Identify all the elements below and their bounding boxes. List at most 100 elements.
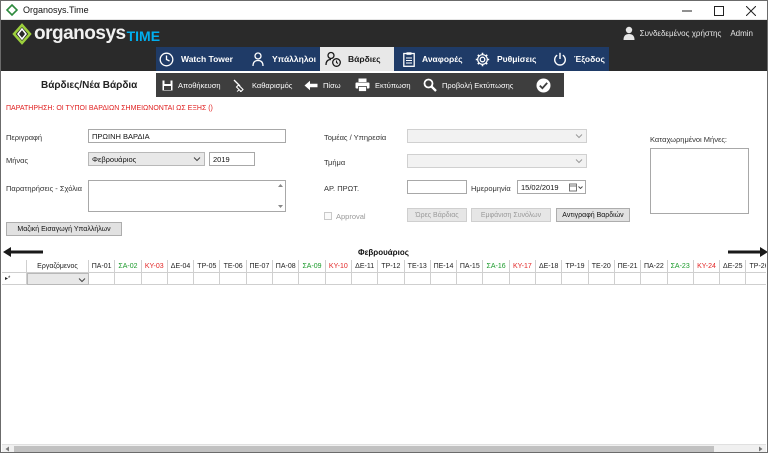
shift-cell[interactable] bbox=[614, 273, 642, 285]
shift-cell[interactable] bbox=[746, 273, 766, 285]
nav-reports[interactable]: Αναφορές bbox=[400, 47, 472, 71]
shift-cell[interactable] bbox=[483, 273, 510, 285]
day-column-header[interactable]: ΤΕ-06 bbox=[220, 260, 247, 273]
users-icon bbox=[252, 51, 264, 66]
scroll-right-icon bbox=[759, 446, 763, 452]
back-button[interactable]: Πίσω bbox=[304, 73, 341, 97]
shift-cell[interactable] bbox=[299, 273, 326, 285]
protocol-number-field[interactable] bbox=[407, 180, 467, 194]
shift-cell[interactable] bbox=[167, 273, 195, 285]
show-totals-button[interactable]: Εμφάνιση Συνόλων bbox=[471, 208, 551, 222]
day-column-header[interactable]: ΠΕ-07 bbox=[246, 260, 274, 273]
approval-checkbox[interactable] bbox=[324, 212, 332, 220]
day-column-header[interactable]: ΠΑ-01 bbox=[89, 260, 116, 273]
day-column-header[interactable]: ΠΑ-15 bbox=[457, 260, 484, 273]
day-column-header[interactable]: ΣΑ-09 bbox=[299, 260, 326, 273]
day-column-header[interactable]: ΠΕ-21 bbox=[614, 260, 642, 273]
day-column-header[interactable]: ΣΑ-23 bbox=[667, 260, 694, 273]
confirm-button[interactable] bbox=[536, 73, 556, 97]
nav-label: Αναφορές bbox=[422, 54, 463, 64]
day-column-header[interactable]: ΠΑ-22 bbox=[641, 260, 668, 273]
date-value: 15/02/2019 bbox=[521, 183, 559, 192]
description-label: Περιγραφή bbox=[6, 133, 43, 142]
registered-months-label: Καταχωρημένοι Μήνες: bbox=[650, 135, 728, 144]
shift-cell[interactable] bbox=[378, 273, 405, 285]
nav-employees[interactable]: Υπάλληλοι bbox=[248, 47, 320, 71]
employee-select[interactable] bbox=[27, 273, 89, 285]
description-field[interactable]: ΠΡΩΙΝΗ ΒΑΡΔΙΑ bbox=[88, 129, 286, 143]
logo-suffix: TIME bbox=[126, 28, 161, 44]
day-column-header[interactable]: ΠΕ-14 bbox=[430, 260, 458, 273]
shift-cell[interactable] bbox=[89, 273, 116, 285]
day-column-header[interactable]: ΚΥ-17 bbox=[509, 260, 537, 273]
day-column-header[interactable]: ΚΥ-24 bbox=[693, 260, 721, 273]
grid-horizontal-scrollbar[interactable] bbox=[2, 444, 766, 452]
shift-cell[interactable] bbox=[273, 273, 300, 285]
registered-months-list[interactable] bbox=[650, 148, 749, 214]
close-button[interactable] bbox=[735, 1, 767, 20]
shift-cell[interactable] bbox=[509, 273, 537, 285]
save-button[interactable]: Αποθήκευση bbox=[162, 73, 221, 97]
scrollbar-thumb[interactable] bbox=[14, 446, 714, 452]
shift-cell[interactable] bbox=[641, 273, 668, 285]
shift-cell[interactable] bbox=[693, 273, 721, 285]
year-field[interactable]: 2019 bbox=[209, 152, 255, 166]
print-label: Εκτύπωση bbox=[375, 80, 411, 90]
nav-settings[interactable]: Ρυθμίσεις bbox=[475, 47, 551, 71]
shift-cell[interactable] bbox=[246, 273, 274, 285]
shift-cell[interactable] bbox=[220, 273, 247, 285]
day-column-header[interactable]: ΔΕ-11 bbox=[351, 260, 379, 273]
date-picker[interactable]: 15/02/2019 bbox=[517, 180, 586, 194]
print-preview-button[interactable]: Προβολή Εκτύπωσης bbox=[423, 73, 513, 97]
day-column-header[interactable]: ΤΡ-26 bbox=[746, 260, 766, 273]
day-column-header[interactable]: ΤΡ-19 bbox=[562, 260, 589, 273]
print-button[interactable]: Εκτύπωση bbox=[355, 73, 411, 97]
day-column-header[interactable]: ΤΕ-20 bbox=[588, 260, 615, 273]
shift-cell[interactable] bbox=[115, 273, 142, 285]
day-column-header[interactable]: ΔΕ-25 bbox=[720, 260, 747, 273]
sector-select[interactable] bbox=[407, 129, 587, 143]
shift-cell[interactable] bbox=[457, 273, 484, 285]
next-month-arrow-icon[interactable] bbox=[728, 247, 768, 257]
day-column-header[interactable]: ΤΕ-13 bbox=[404, 260, 431, 273]
nav-exit[interactable]: Έξοδος bbox=[552, 47, 608, 71]
copy-shifts-button[interactable]: Αντιγραφή Βαρδιών bbox=[556, 208, 630, 222]
day-column-header[interactable]: ΤΡ-05 bbox=[194, 260, 221, 273]
shift-cell[interactable] bbox=[141, 273, 168, 285]
shift-cell[interactable] bbox=[351, 273, 379, 285]
approval-label: Approval bbox=[336, 212, 366, 221]
day-column-header[interactable]: ΚΥ-03 bbox=[141, 260, 168, 273]
shift-cell[interactable] bbox=[562, 273, 589, 285]
shift-cell[interactable] bbox=[194, 273, 221, 285]
chevron-down-icon bbox=[575, 159, 583, 164]
day-column-header[interactable]: ΔΕ-04 bbox=[167, 260, 195, 273]
shift-cell[interactable] bbox=[404, 273, 431, 285]
notes-textarea[interactable] bbox=[88, 180, 286, 212]
shift-cell[interactable] bbox=[325, 273, 352, 285]
day-column-header[interactable]: ΚΥ-10 bbox=[325, 260, 352, 273]
shift-cell[interactable] bbox=[430, 273, 458, 285]
nav-label: Watch Tower bbox=[181, 54, 233, 64]
day-column-header[interactable]: ΣΑ-02 bbox=[115, 260, 142, 273]
nav-shifts[interactable]: Βάρδιες bbox=[320, 47, 394, 71]
shift-cell[interactable] bbox=[720, 273, 747, 285]
day-column-header[interactable]: ΣΑ-16 bbox=[483, 260, 510, 273]
shift-cell[interactable] bbox=[588, 273, 615, 285]
month-select[interactable]: Φεβρουάριος bbox=[88, 152, 205, 166]
employee-column-header[interactable]: Εργαζόμενος bbox=[27, 260, 89, 273]
nav-watch-tower[interactable]: Watch Tower bbox=[156, 47, 243, 71]
shift-hours-button[interactable]: Ώρες Βάρδιας bbox=[407, 208, 467, 222]
day-column-header[interactable]: ΔΕ-18 bbox=[536, 260, 563, 273]
previous-month-arrow-icon[interactable] bbox=[3, 247, 43, 257]
maximize-button[interactable] bbox=[703, 1, 735, 20]
user-info: Συνδεδεμένος χρήστης Admin bbox=[623, 26, 753, 40]
shift-cell[interactable] bbox=[667, 273, 694, 285]
minimize-button[interactable] bbox=[671, 1, 703, 20]
shift-cell[interactable] bbox=[536, 273, 563, 285]
department-select[interactable] bbox=[407, 154, 587, 168]
bulk-import-employees-button[interactable]: Μαζική Εισαγωγή Υπαλλήλων bbox=[6, 222, 122, 236]
day-column-header[interactable]: ΤΡ-12 bbox=[378, 260, 405, 273]
shift-grid: Εργαζόμενος ΠΑ-01 ΣΑ-02 ΚΥ-03 ΔΕ-04 ΤΡ-05 ΤΕ-… bbox=[2, 260, 766, 444]
clear-button[interactable]: Καθαρισμός bbox=[233, 73, 292, 97]
day-column-header[interactable]: ΠΑ-08 bbox=[273, 260, 300, 273]
